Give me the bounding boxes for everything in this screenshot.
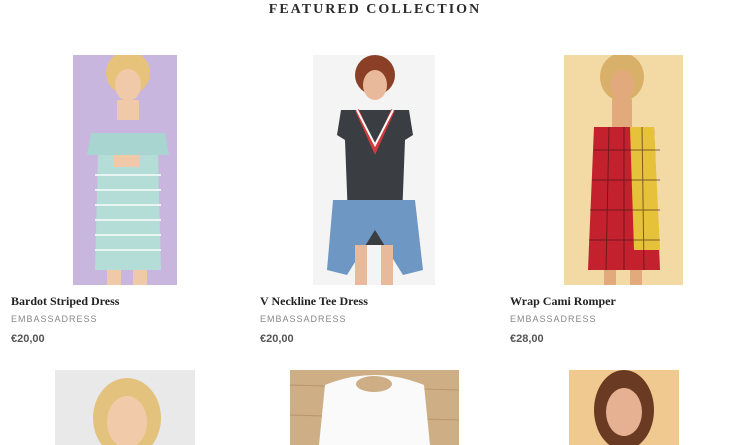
product-image-row2-3[interactable] [569, 370, 679, 445]
product-vendor: EMBASSADRESS [510, 314, 597, 324]
product-image-wrap-cami-romper[interactable] [564, 55, 683, 285]
product-title[interactable]: Bardot Striped Dress [11, 294, 119, 309]
product-vendor: EMBASSADRESS [260, 314, 347, 324]
product-title[interactable]: V Neckline Tee Dress [260, 294, 368, 309]
product-title[interactable]: Wrap Cami Romper [510, 294, 616, 309]
product-image-bardot-striped-dress[interactable] [73, 55, 177, 285]
product-image-row2-1[interactable] [55, 370, 195, 445]
product-image-v-neckline-tee-dress[interactable] [313, 55, 435, 285]
product-vendor: EMBASSADRESS [11, 314, 98, 324]
product-price: €20,00 [260, 333, 294, 345]
product-image-row2-2[interactable] [290, 370, 459, 445]
section-title: FEATURED COLLECTION [268, 2, 482, 17]
product-price: €28,00 [510, 333, 544, 345]
product-price: €20,00 [11, 333, 45, 345]
